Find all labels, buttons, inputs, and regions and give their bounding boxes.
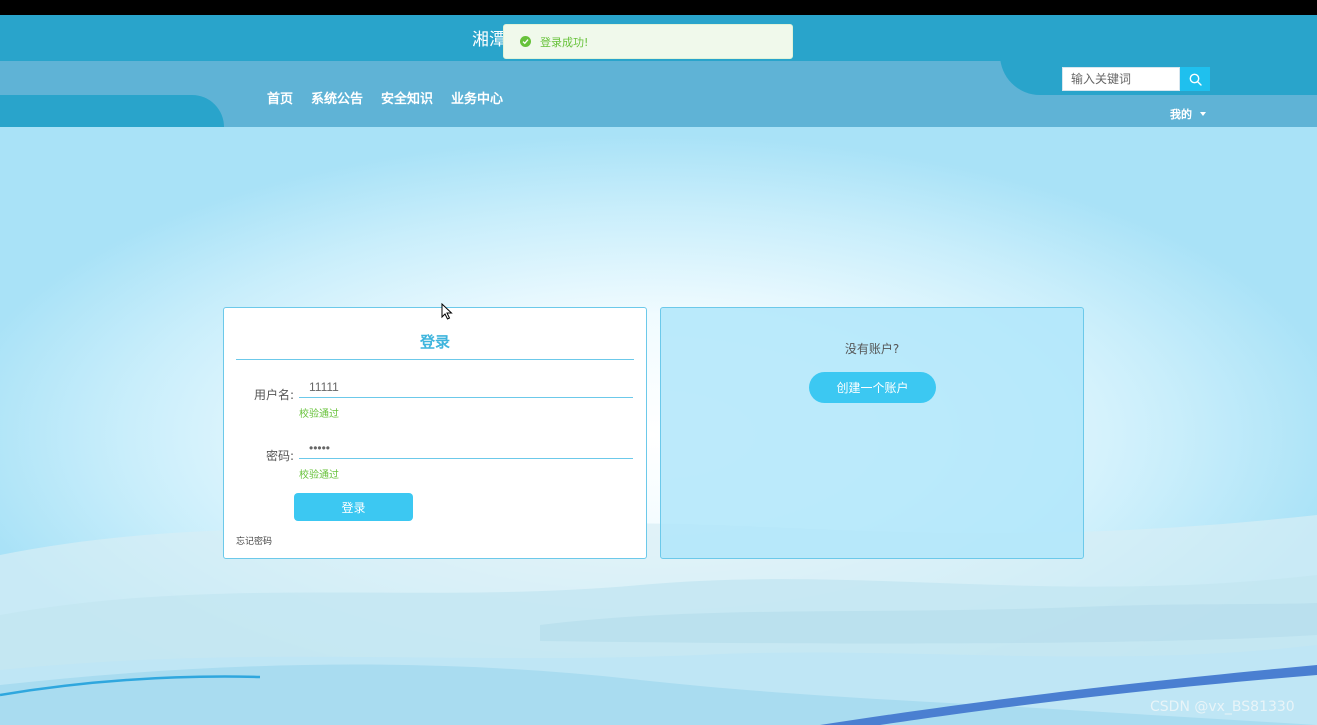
forgot-password-link[interactable]: 忘记密码 <box>236 534 272 547</box>
mouse-cursor-icon <box>441 303 453 320</box>
create-account-button[interactable]: 创建一个账户 <box>809 372 936 403</box>
main-nav: 首页 系统公告 安全知识 业务中心 <box>267 88 503 107</box>
nav-item-announcements[interactable]: 系统公告 <box>311 88 363 107</box>
username-label: 用户名: <box>254 388 295 402</box>
header-left-decoration <box>0 95 224 127</box>
nav-item-business-center[interactable]: 业务中心 <box>451 88 503 107</box>
search-button[interactable] <box>1180 67 1210 91</box>
user-menu-label: 我的 <box>1170 108 1192 121</box>
search-box <box>1062 67 1210 91</box>
username-input[interactable] <box>299 376 633 398</box>
site-title: 湘潭 <box>472 30 506 50</box>
top-black-bar <box>0 0 1317 15</box>
login-card: 登录 用户名: 校验通过 密码: 校验通过 登录 忘记密码 <box>223 307 647 559</box>
title-divider <box>236 359 634 360</box>
nav-item-home[interactable]: 首页 <box>267 88 293 107</box>
password-label: 密码: <box>266 449 295 463</box>
toast-message: 登录成功! <box>540 35 589 49</box>
success-toast: 登录成功! <box>503 24 793 59</box>
watermark: CSDN @vx_BS81330 <box>1150 699 1295 715</box>
wave-background <box>0 515 1317 725</box>
login-button[interactable]: 登录 <box>294 493 413 521</box>
no-account-text: 没有账户? <box>844 342 900 356</box>
caret-down-icon <box>1200 112 1206 116</box>
page: 湘潭 首页 系统公告 安全知识 业务中心 我的 登录成功! <box>0 15 1317 725</box>
user-menu[interactable]: 我的 <box>1170 106 1206 122</box>
password-input[interactable] <box>299 437 633 459</box>
password-validation: 校验通过 <box>299 470 339 481</box>
username-validation: 校验通过 <box>299 409 339 420</box>
login-title: 登录 <box>419 333 450 351</box>
nav-item-safety-knowledge[interactable]: 安全知识 <box>381 88 433 107</box>
search-input[interactable] <box>1062 67 1180 91</box>
register-card: 没有账户? 创建一个账户 <box>660 307 1084 559</box>
check-circle-icon <box>520 36 531 47</box>
search-icon <box>1189 73 1202 86</box>
